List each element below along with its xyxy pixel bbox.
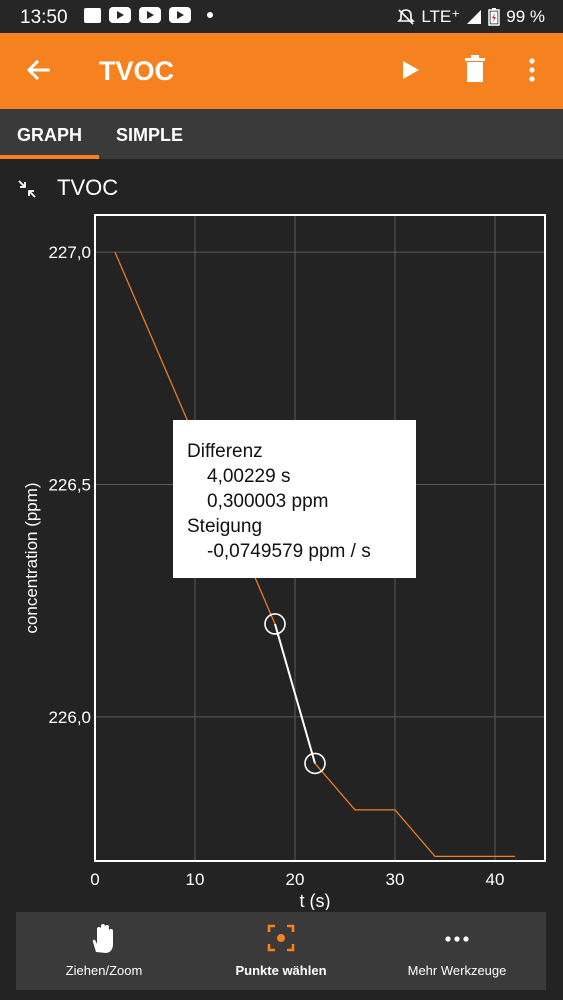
mute-icon xyxy=(397,9,416,25)
drag-zoom-label: Ziehen/Zoom xyxy=(65,963,143,978)
play-icon[interactable] xyxy=(401,53,421,87)
tooltip-slope-label: Steigung xyxy=(187,516,263,537)
status-time: 13:50 xyxy=(20,7,68,28)
slope-tooltip: Differenz 4,00229 s 0,300003 ppm Steigun… xyxy=(173,420,416,578)
status-right: LTE⁺ 99 % xyxy=(397,7,545,27)
x-tick-label: 30 xyxy=(386,870,405,889)
y-tick-label: 226,0 xyxy=(48,708,91,727)
x-tick-label: 20 xyxy=(286,870,305,889)
tab-simple[interactable]: SIMPLE xyxy=(116,125,183,146)
youtube-notification-icon xyxy=(169,7,191,23)
battery-icon xyxy=(488,8,500,26)
signal-icon xyxy=(467,10,482,24)
drag-zoom-button[interactable]: Ziehen/Zoom xyxy=(16,912,192,990)
collapse-icon[interactable] xyxy=(17,179,37,199)
youtube-notification-icon xyxy=(139,7,161,23)
more-notifications-icon xyxy=(207,12,213,18)
y-axis-label: concentration (ppm) xyxy=(22,482,41,633)
x-tick-label: 0 xyxy=(90,870,99,889)
select-points-label: Punkte wählen xyxy=(235,963,327,978)
more-horiz-icon xyxy=(445,936,469,942)
back-arrow-icon[interactable] xyxy=(24,53,54,87)
more-tools-label: Mehr Werkzeuge xyxy=(407,963,507,978)
tooltip-dt: 4,00229 s xyxy=(207,466,291,487)
notification-icons xyxy=(84,7,213,23)
network-type: LTE⁺ xyxy=(421,7,461,26)
status-bar: 13:50 LTE⁺ 99 % xyxy=(0,0,563,33)
hand-icon xyxy=(92,924,113,953)
app-bar: TVOC xyxy=(0,33,563,109)
battery-percent: 99 % xyxy=(506,7,545,26)
x-tick-label: 10 xyxy=(186,870,205,889)
tooltip-dy: 0,300003 ppm xyxy=(207,491,329,512)
select-points-button[interactable]: Punkte wählen xyxy=(193,912,369,990)
image-notification-icon xyxy=(84,7,101,23)
tooltip-slope: -0,0749579 ppm / s xyxy=(207,541,371,562)
page-title: TVOC xyxy=(99,56,175,86)
select-points-icon xyxy=(267,924,295,952)
y-tick-label: 226,5 xyxy=(48,476,91,495)
more-vert-icon[interactable] xyxy=(526,53,538,87)
bottom-toolbar: Ziehen/Zoom Punkte wählen Mehr Werkzeuge xyxy=(16,912,546,990)
tab-graph[interactable]: GRAPH xyxy=(17,125,82,146)
trash-icon[interactable] xyxy=(464,53,486,87)
x-axis-label: t (s) xyxy=(300,891,331,910)
more-tools-button[interactable]: Mehr Werkzeuge xyxy=(369,912,545,990)
graph-header: TVOC xyxy=(0,159,563,209)
x-tick-label: 40 xyxy=(486,870,505,889)
y-tick-label: 227,0 xyxy=(48,243,91,262)
tab-bar: GRAPH SIMPLE xyxy=(0,109,563,159)
youtube-notification-icon xyxy=(109,7,131,23)
graph-title: TVOC xyxy=(57,175,119,200)
tooltip-diff-label: Differenz xyxy=(187,441,263,462)
